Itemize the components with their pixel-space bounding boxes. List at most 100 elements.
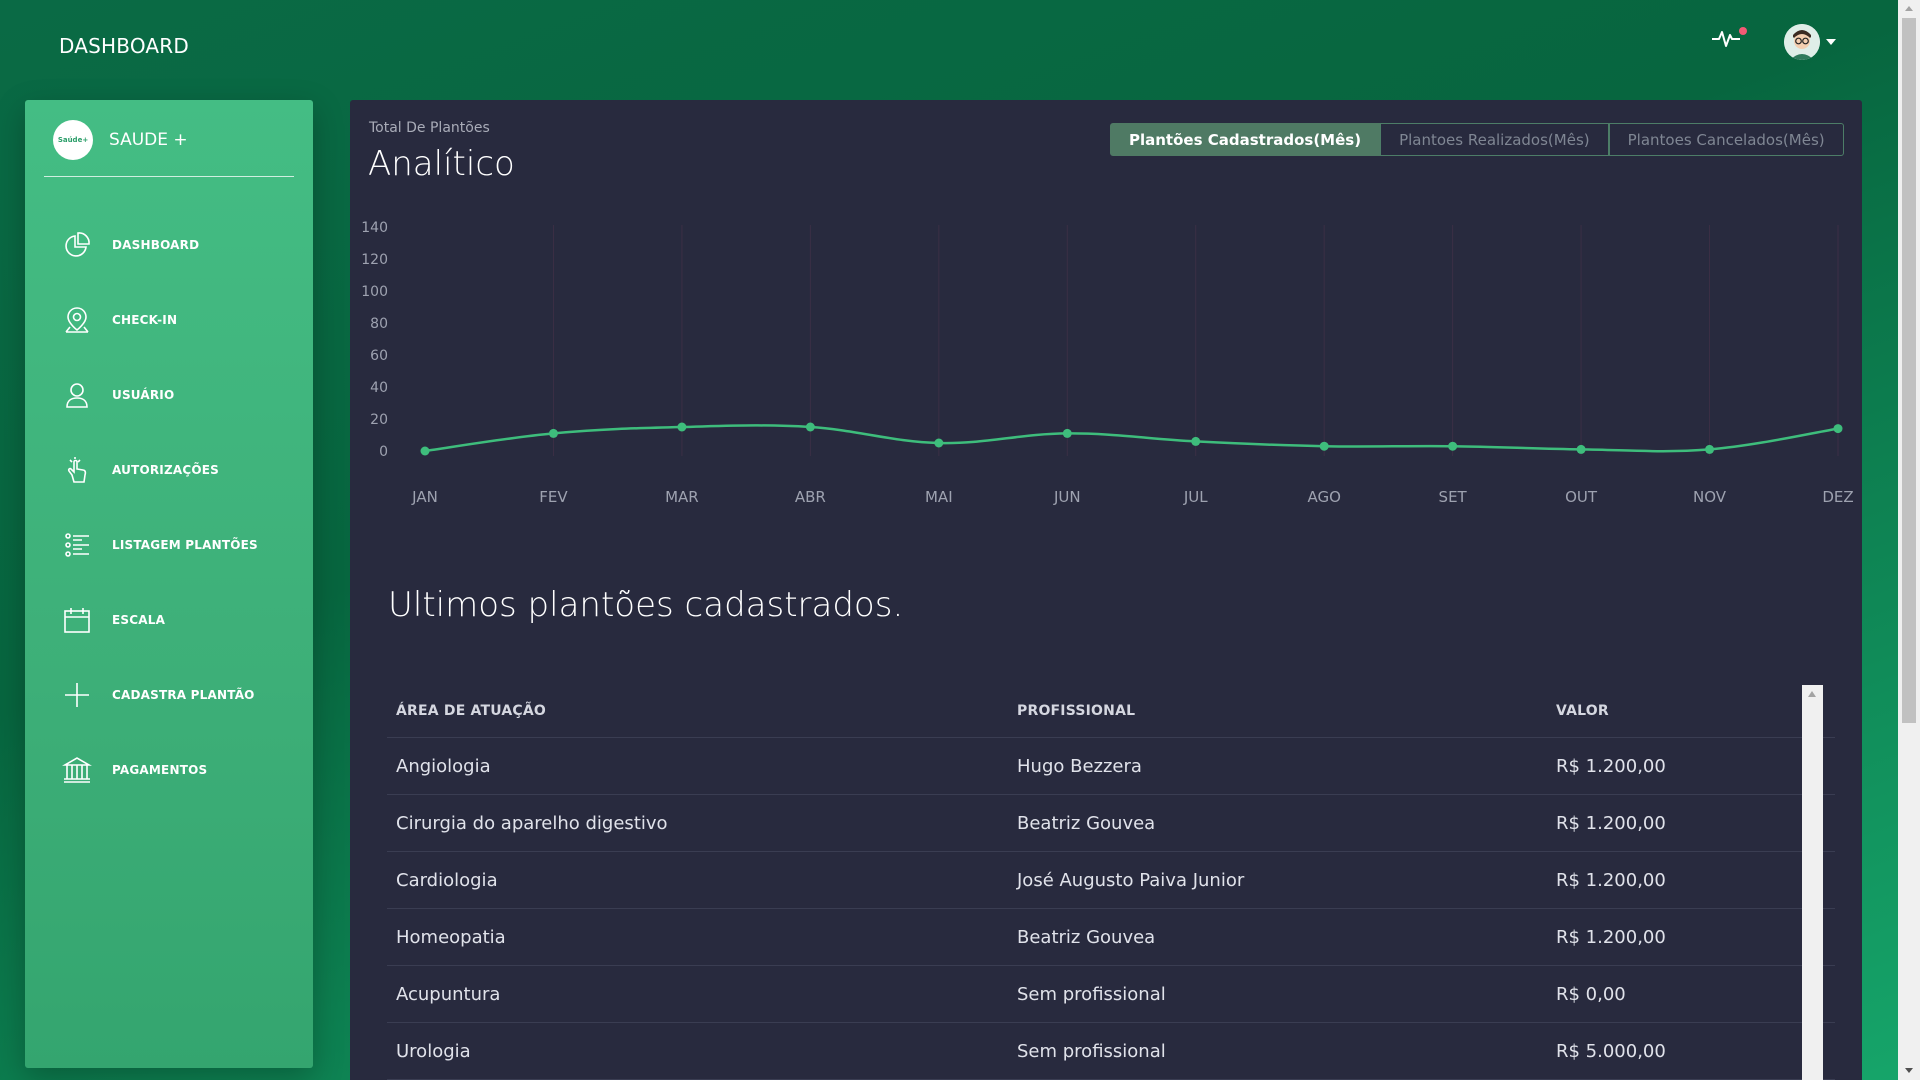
hand-pointer-icon	[67, 456, 87, 483]
cell-valor: R$ 5.000,00	[1556, 1040, 1666, 1062]
data-point[interactable]	[1705, 444, 1715, 454]
page-title: DASHBOARD	[59, 34, 190, 58]
x-tick-label: NOV	[1693, 488, 1727, 506]
brand-logo: Saúde+	[53, 120, 93, 160]
x-tick-label: FEV	[539, 488, 568, 506]
table-title: Ultimos plantões cadastrados.	[388, 585, 904, 625]
list-icon	[65, 532, 89, 557]
data-point[interactable]	[934, 438, 944, 448]
column-header-area[interactable]: ÁREA DE ATUAÇÃO	[387, 703, 1008, 719]
table-row[interactable]: Angiologia Hugo Bezzera R$ 1.200,00	[387, 738, 1835, 795]
cell-profissional: Sem profissional	[1017, 1040, 1166, 1062]
sidebar-item-label: PAGAMENTOS	[112, 762, 208, 777]
cell-valor: R$ 1.200,00	[1556, 926, 1666, 948]
user-avatar-icon	[1784, 24, 1820, 60]
x-tick-label: OUT	[1565, 488, 1598, 506]
activity-pulse-icon[interactable]	[1711, 26, 1741, 50]
data-point[interactable]	[805, 422, 815, 432]
cell-area: Urologia	[396, 1040, 471, 1062]
avatar[interactable]	[1784, 24, 1820, 60]
sidebar-item-label: ESCALA	[112, 612, 166, 627]
table-row[interactable]: Cirurgia do aparelho digestivo Beatriz G…	[387, 795, 1835, 852]
y-tick-label: 40	[370, 380, 388, 396]
tab-cadastrados[interactable]: Plantões Cadastrados(Mês)	[1110, 123, 1381, 156]
sidebar-item-listagem-plantoes[interactable]: LISTAGEM PLANTÕES	[25, 507, 313, 582]
column-header-valor[interactable]: VALOR	[1547, 703, 1797, 719]
scrollbar-thumb[interactable]	[1902, 18, 1916, 723]
cell-profissional: Hugo Bezzera	[1017, 755, 1142, 777]
table-header: ÁREA DE ATUAÇÃO PROFISSIONAL VALOR	[387, 685, 1835, 738]
tab-cancelados[interactable]: Plantoes Cancelados(Mês)	[1608, 123, 1844, 156]
cell-area: Acupuntura	[396, 983, 501, 1005]
series-line	[424, 424, 1839, 453]
cell-area: Cardiologia	[396, 869, 498, 891]
cell-profissional: José Augusto Paiva Junior	[1017, 869, 1245, 891]
card-subtitle: Total De Plantões	[369, 120, 490, 136]
cell-valor: R$ 1.200,00	[1556, 812, 1666, 834]
y-tick-label: 20	[370, 412, 388, 428]
brand[interactable]: Saúde+ SAUDE +	[53, 120, 188, 160]
sidebar: Saúde+ SAUDE + DASHBOARD CHECK-IN USUÁRI…	[25, 100, 313, 1068]
data-point[interactable]	[1319, 441, 1329, 451]
table-row[interactable]: Acupuntura Sem profissional R$ 0,00	[387, 966, 1835, 1023]
x-tick-label: ABR	[795, 488, 826, 506]
sidebar-item-label: USUÁRIO	[112, 387, 175, 402]
x-tick-label: JAN	[411, 488, 438, 506]
sidebar-item-label: CHECK-IN	[112, 312, 178, 327]
plus-icon	[65, 682, 89, 707]
cell-area: Homeopatia	[396, 926, 506, 948]
scroll-down-icon[interactable]	[1905, 1068, 1913, 1073]
data-point[interactable]	[677, 422, 687, 432]
cell-profissional: Beatriz Gouvea	[1017, 926, 1156, 948]
data-point[interactable]	[1191, 436, 1201, 446]
table-row[interactable]: Cardiologia José Augusto Paiva Junior R$…	[387, 852, 1835, 909]
column-header-profissional[interactable]: PROFISSIONAL	[1008, 703, 1547, 719]
cell-valor: R$ 1.200,00	[1556, 869, 1666, 891]
sidebar-item-autorizacoes[interactable]: AUTORIZAÇÕES	[25, 432, 313, 507]
scroll-up-icon[interactable]	[1808, 691, 1816, 697]
data-point[interactable]	[1448, 441, 1458, 451]
x-tick-label: AGO	[1307, 488, 1340, 506]
data-point[interactable]	[1576, 444, 1586, 454]
data-point[interactable]	[1833, 424, 1843, 434]
window-scrollbar[interactable]	[1898, 0, 1920, 1080]
data-point[interactable]	[420, 446, 430, 456]
analytics-card: Total De Plantões Analítico Plantões Cad…	[350, 100, 1862, 1080]
x-tick-label: SET	[1439, 488, 1468, 506]
data-point[interactable]	[1062, 428, 1072, 438]
sidebar-item-label: DASHBOARD	[112, 237, 200, 252]
table-row[interactable]: Homeopatia Beatriz Gouvea R$ 1.200,00	[387, 909, 1835, 966]
sidebar-item-cadastra-plantao[interactable]: CADASTRA PLANTÃO	[25, 657, 313, 732]
location-pin-icon	[65, 306, 89, 333]
chevron-down-icon[interactable]	[1826, 39, 1836, 45]
chart-tabs: Plantões Cadastrados(Mês) Plantoes Reali…	[1110, 123, 1844, 156]
x-tick-label: JUN	[1053, 488, 1081, 506]
divider	[44, 176, 294, 177]
data-point[interactable]	[548, 428, 558, 438]
sidebar-item-label: LISTAGEM PLANTÕES	[112, 537, 258, 552]
cell-valor: R$ 0,00	[1556, 983, 1626, 1005]
sidebar-item-pagamentos[interactable]: PAGAMENTOS	[25, 732, 313, 807]
tab-realizados[interactable]: Plantoes Realizados(Mês)	[1380, 123, 1609, 156]
y-tick-label: 0	[379, 444, 388, 460]
x-tick-label: MAR	[665, 488, 699, 506]
y-tick-label: 140	[361, 220, 388, 236]
table-scrollbar[interactable]	[1802, 685, 1823, 1080]
y-tick-label: 80	[370, 316, 388, 332]
card-title: Analítico	[368, 144, 515, 184]
calendar-icon	[64, 607, 90, 633]
cell-valor: R$ 1.200,00	[1556, 755, 1666, 777]
sidebar-item-dashboard[interactable]: DASHBOARD	[25, 207, 313, 282]
sidebar-item-check-in[interactable]: CHECK-IN	[25, 282, 313, 357]
cell-profissional: Beatriz Gouvea	[1017, 812, 1156, 834]
table-row[interactable]: Urologia Sem profissional R$ 5.000,00	[387, 1023, 1835, 1080]
user-icon	[66, 382, 88, 408]
brand-name: SAUDE +	[109, 130, 188, 150]
scroll-up-icon[interactable]	[1905, 6, 1913, 11]
line-chart: 0 20 40 60 80 100 120 140 JAN FEV MAR ABR MAI JUN JUL A…	[361, 220, 1853, 506]
y-tick-label: 60	[370, 348, 388, 364]
sidebar-item-usuario[interactable]: USUÁRIO	[25, 357, 313, 432]
x-tick-label: JUL	[1183, 488, 1208, 506]
sidebar-item-escala[interactable]: ESCALA	[25, 582, 313, 657]
pie-chart-icon	[65, 231, 90, 257]
